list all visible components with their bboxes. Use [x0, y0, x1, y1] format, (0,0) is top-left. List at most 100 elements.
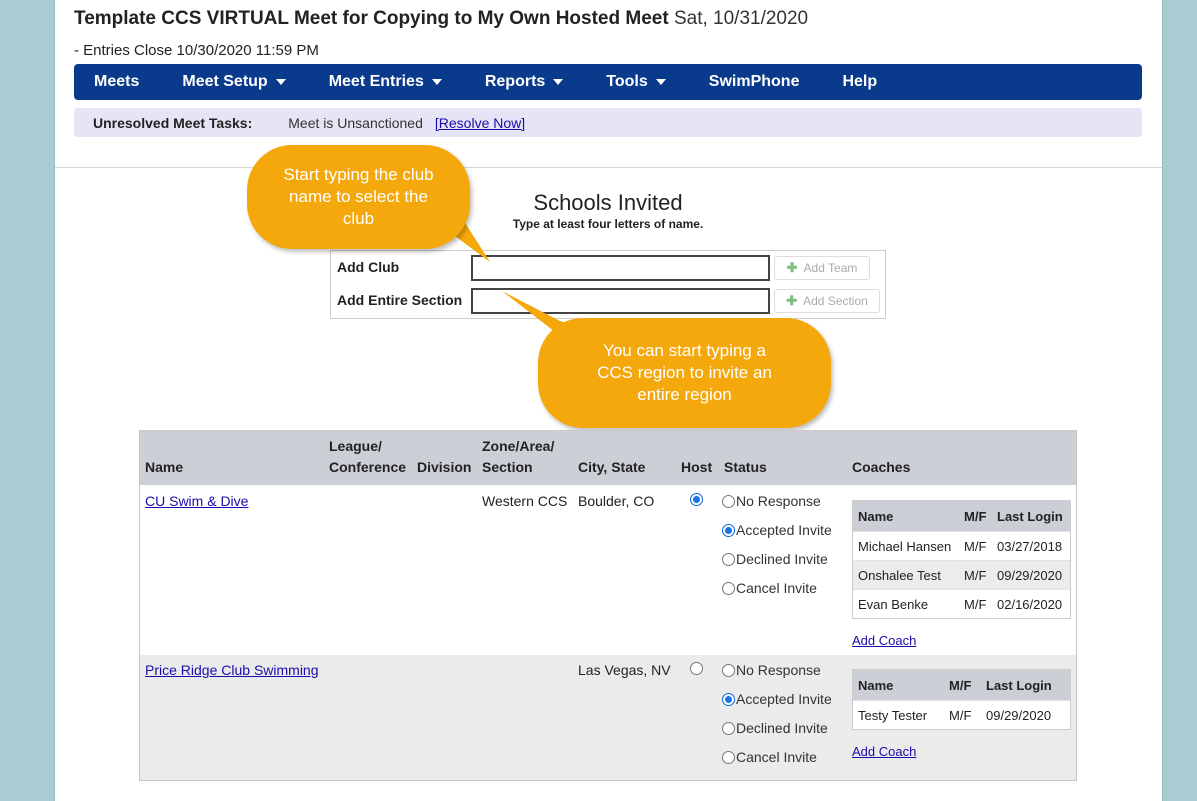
coach-table: Name M/F Last Login Michael Hansen M/F 0…: [852, 500, 1071, 619]
status-label: Accepted Invite: [736, 522, 832, 538]
coach-last-login: 09/29/2020: [997, 568, 1063, 583]
status-declined-invite[interactable]: Declined Invite: [722, 551, 828, 567]
coach-mf: M/F: [949, 708, 972, 723]
team-name-link[interactable]: Price Ridge Club Swimming: [145, 662, 319, 678]
status-no-response[interactable]: No Response: [722, 493, 821, 509]
nav-swimphone[interactable]: SwimPhone: [709, 73, 800, 91]
add-club-label: Add Club: [337, 259, 400, 275]
callout-club-text: Start typing the club name to select the…: [283, 165, 434, 228]
schools-invited-subtitle: Type at least four letters of name.: [512, 217, 704, 231]
callout-region-text: You can start typing a CCS region to inv…: [597, 341, 772, 404]
team-zone: Western CCS: [482, 493, 568, 509]
coach-header-name: Name: [858, 678, 894, 693]
plus-icon: ✚: [786, 260, 798, 275]
coach-header-mf: M/F: [964, 509, 987, 524]
main-nav: Meets Meet Setup Meet Entries Reports To…: [74, 64, 1142, 100]
coach-last-login: 09/29/2020: [986, 708, 1052, 723]
add-section-label: Add Section: [803, 294, 868, 308]
coach-row: Onshalee Test M/F 09/29/2020: [853, 560, 1070, 589]
nav-meet-entries[interactable]: Meet Entries: [329, 73, 442, 91]
nav-label: Meets: [94, 73, 140, 90]
radio-icon: [722, 751, 735, 764]
status-label: No Response: [736, 493, 821, 509]
header-status: Status: [724, 459, 767, 475]
status-label: No Response: [736, 662, 821, 678]
host-radio[interactable]: [690, 493, 703, 506]
add-section-button[interactable]: ✚ Add Section: [774, 289, 880, 313]
add-coach-link[interactable]: Add Coach: [852, 744, 916, 759]
right-background-panel: [1162, 0, 1197, 801]
add-team-label: Add Team: [803, 261, 858, 275]
radio-icon: [722, 664, 735, 677]
status-label: Cancel Invite: [736, 580, 817, 596]
radio-icon: [722, 524, 735, 537]
caret-down-icon: [275, 79, 286, 85]
status-no-response[interactable]: No Response: [722, 662, 821, 678]
coach-name: Onshalee Test: [858, 568, 941, 583]
nav-label: Meet Setup: [182, 73, 268, 90]
header-zone: Zone/Area/ Section: [482, 438, 555, 475]
header-league: League/ Conference: [329, 438, 407, 475]
coach-name: Evan Benke: [858, 597, 929, 612]
meet-date: Sat, 10/31/2020: [673, 8, 809, 29]
nav-help[interactable]: Help: [842, 73, 877, 91]
team-city: Las Vegas, NV: [578, 662, 671, 678]
add-coach-link[interactable]: Add Coach: [852, 633, 916, 648]
status-label: Accepted Invite: [736, 691, 832, 707]
coach-header-last-login: Last Login: [986, 678, 1052, 693]
header-division: Division: [417, 459, 472, 475]
coach-table-header: Name M/F Last Login: [853, 501, 1070, 531]
nav-label: Reports: [484, 73, 546, 90]
status-cancel-invite[interactable]: Cancel Invite: [722, 580, 817, 596]
resolve-now-link[interactable]: [Resolve Now]: [435, 115, 525, 131]
team-name-link[interactable]: CU Swim & Dive: [145, 493, 248, 509]
coach-last-login: 03/27/2018: [997, 539, 1063, 554]
status-declined-invite[interactable]: Declined Invite: [722, 720, 828, 736]
coach-mf: M/F: [964, 597, 987, 612]
header-name: Name: [145, 459, 184, 475]
nav-label: SwimPhone: [708, 73, 800, 90]
divider: [55, 167, 1162, 168]
coach-last-login: 02/16/2020: [997, 597, 1063, 612]
nav-label: Tools: [606, 73, 648, 90]
status-label: Declined Invite: [736, 551, 828, 567]
nav-meet-setup[interactable]: Meet Setup: [182, 73, 286, 91]
radio-icon: [722, 553, 735, 566]
radio-icon: [722, 495, 735, 508]
caret-down-icon: [431, 79, 442, 85]
nav-meets[interactable]: Meets: [94, 73, 139, 91]
coach-table: Name M/F Last Login Testy Tester M/F 09/…: [852, 669, 1071, 730]
header-host: Host: [681, 459, 713, 475]
team-city: Boulder, CO: [578, 493, 655, 509]
radio-icon: [722, 582, 735, 595]
coach-header-name: Name: [858, 509, 894, 524]
status-cancel-invite[interactable]: Cancel Invite: [722, 749, 817, 765]
header-city: City, State: [578, 459, 646, 475]
coach-mf: M/F: [964, 568, 987, 583]
nav-label: Meet Entries: [328, 73, 424, 90]
host-radio[interactable]: [690, 662, 703, 675]
coach-row: Evan Benke M/F 02/16/2020: [853, 589, 1070, 618]
status-accepted-invite[interactable]: Accepted Invite: [722, 522, 832, 538]
meet-title: Template CCS VIRTUAL Meet for Copying to…: [74, 8, 669, 29]
coach-row: Testy Tester M/F 09/29/2020: [853, 700, 1070, 729]
nav-reports[interactable]: Reports: [484, 73, 564, 91]
unresolved-tasks-bar: Unresolved Meet Tasks: Meet is Unsanctio…: [74, 108, 1142, 137]
coach-row: Michael Hansen M/F 03/27/2018: [853, 531, 1070, 560]
add-section-label: Add Entire Section: [337, 292, 463, 308]
status-accepted-invite[interactable]: Accepted Invite: [722, 691, 832, 707]
nav-label: Help: [842, 73, 878, 90]
radio-icon: [722, 722, 735, 735]
meet-header: Template CCS VIRTUAL Meet for Copying to…: [74, 8, 808, 30]
add-club-input[interactable]: [471, 255, 770, 281]
coach-header-last-login: Last Login: [997, 509, 1063, 524]
add-team-button[interactable]: ✚ Add Team: [774, 256, 870, 280]
header-coaches: Coaches: [852, 459, 911, 475]
caret-down-icon: [553, 79, 564, 85]
tasks-label: Unresolved Meet Tasks:: [93, 114, 253, 131]
status-label: Declined Invite: [736, 720, 828, 736]
radio-icon: [722, 693, 735, 706]
entries-close-text: - Entries Close 10/30/2020 11:59 PM: [74, 42, 319, 59]
nav-tools[interactable]: Tools: [606, 73, 666, 91]
coach-mf: M/F: [964, 539, 987, 554]
